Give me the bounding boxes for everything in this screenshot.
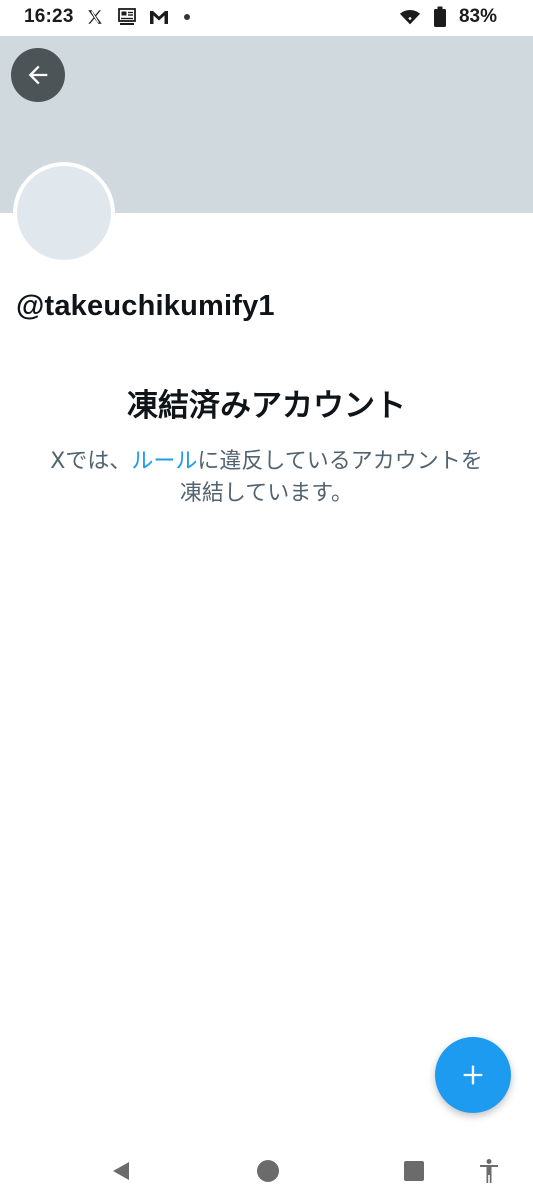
suspended-description: Xでは、ルールに違反しているアカウントを凍結しています。 [40,446,493,510]
nav-recents-button[interactable] [397,1154,431,1188]
nav-accessibility-button[interactable] [472,1154,506,1188]
x-logo-icon [84,6,106,28]
battery-percent: 83% [458,6,497,27]
avatar[interactable] [13,162,115,264]
wifi-icon [399,6,421,28]
status-time: 16:23 [24,6,74,27]
status-bar: 16:23 83% [0,0,533,36]
suspended-title: 凍結済みアカウント [127,388,406,424]
nav-back-button[interactable] [104,1154,138,1188]
battery-icon [429,6,451,28]
rules-link[interactable]: ルール [131,449,197,474]
compose-fab[interactable] [435,1037,511,1113]
back-button[interactable] [11,48,65,102]
back-triangle-icon [109,1159,133,1183]
description-prefix: Xでは、 [50,449,132,474]
recents-square-icon [403,1160,425,1182]
news-app-icon [116,6,138,28]
profile-handle: @takeuchikumify1 [16,290,275,322]
system-navigation-bar [0,1140,533,1200]
arrow-left-icon [24,61,52,89]
status-right: 83% [399,6,497,28]
plus-icon [459,1061,487,1089]
home-circle-icon [256,1159,280,1183]
description-suffix: に違反しているアカウントを凍結しています。 [179,449,483,506]
more-dot-icon [183,14,190,20]
gmail-icon [148,6,170,28]
status-left: 16:23 [24,6,190,28]
default-avatar-placeholder [17,166,111,260]
nav-home-button[interactable] [251,1154,285,1188]
accessibility-icon [477,1158,501,1184]
